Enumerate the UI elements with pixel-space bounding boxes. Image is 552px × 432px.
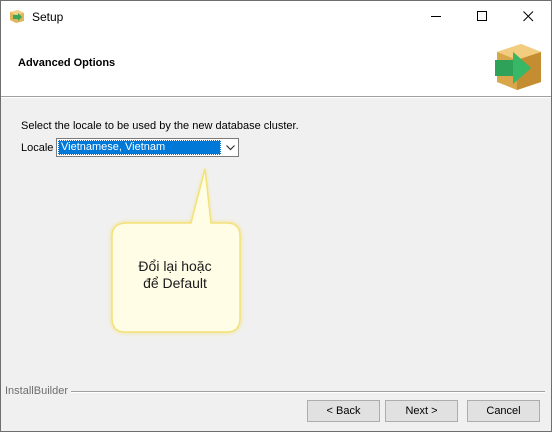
- setup-window: Setup Advanced Options Select the locale…: [0, 0, 552, 432]
- callout-line-2: để Default: [143, 275, 207, 291]
- window-title: Setup: [32, 10, 64, 24]
- callout-text: Đổi lại hoặc để Default: [119, 258, 231, 292]
- locale-select[interactable]: Vietnamese, Vietnam: [56, 138, 239, 157]
- locale-instruction: Select the locale to be used by the new …: [21, 120, 299, 132]
- locale-selected-value: Vietnamese, Vietnam: [58, 140, 221, 155]
- close-button[interactable]: [505, 1, 551, 32]
- cancel-button[interactable]: Cancel: [467, 400, 540, 422]
- callout-line-1: Đổi lại hoặc: [138, 258, 212, 274]
- page-title: Advanced Options: [18, 57, 116, 69]
- maximize-button[interactable]: [459, 1, 505, 32]
- locale-dropdown-button[interactable]: [222, 139, 238, 156]
- wizard-header: Advanced Options: [1, 32, 551, 96]
- locale-label: Locale: [21, 142, 54, 154]
- minimize-icon: [431, 16, 441, 17]
- back-button[interactable]: < Back: [307, 400, 380, 422]
- minimize-button[interactable]: [413, 1, 459, 32]
- installbuilder-brand: InstallBuilder: [5, 385, 68, 397]
- installer-box-icon: [9, 8, 25, 24]
- installer-box-arrow-icon: [491, 38, 545, 92]
- chevron-down-icon: [226, 145, 235, 151]
- header-divider: [1, 96, 551, 98]
- next-button[interactable]: Next >: [385, 400, 458, 422]
- maximize-icon: [477, 11, 487, 21]
- close-icon: [523, 11, 534, 22]
- title-bar: Setup: [1, 1, 551, 32]
- footer-divider: [71, 391, 545, 393]
